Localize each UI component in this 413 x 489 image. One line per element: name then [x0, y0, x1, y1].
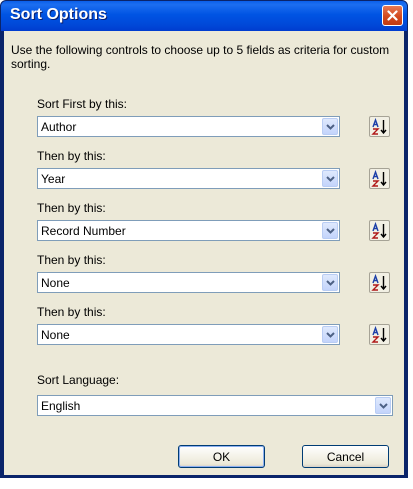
sort-language-select[interactable]: English	[37, 395, 393, 416]
ok-button[interactable]: OK	[178, 445, 265, 468]
then-by-label-5: Then by this:	[37, 305, 106, 319]
sort-field-5-select[interactable]: None	[37, 324, 340, 345]
chevron-down-icon[interactable]	[322, 118, 338, 135]
then-by-label-2: Then by this:	[37, 149, 106, 163]
sort-field-3-select[interactable]: Record Number	[37, 220, 340, 241]
close-icon	[387, 10, 398, 21]
sort-order-button-2[interactable]	[369, 168, 390, 189]
sort-field-1-select[interactable]: Author	[37, 116, 340, 137]
sort-options-dialog: Sort Options Use the following controls …	[0, 0, 408, 478]
dialog-title: Sort Options	[10, 6, 107, 23]
sort-ascending-az-icon	[371, 117, 387, 135]
sort-field-5-value: None	[41, 328, 70, 342]
sort-field-4-value: None	[41, 276, 70, 290]
sort-field-2-select[interactable]: Year	[37, 168, 340, 189]
sort-field-1-value: Author	[41, 120, 77, 134]
chevron-down-icon[interactable]	[322, 274, 338, 291]
then-by-label-4: Then by this:	[37, 253, 106, 267]
sort-order-button-1[interactable]	[369, 116, 390, 137]
sort-ascending-az-icon	[371, 221, 387, 239]
sort-language-label: Sort Language:	[37, 373, 120, 387]
sort-order-button-5[interactable]	[369, 324, 390, 345]
sort-field-4-select[interactable]: None	[37, 272, 340, 293]
sort-order-button-4[interactable]	[369, 272, 390, 293]
chevron-down-icon[interactable]	[375, 397, 391, 414]
cancel-button[interactable]: Cancel	[302, 445, 389, 468]
sort-order-button-3[interactable]	[369, 220, 390, 241]
instructions-text: Use the following controls to choose up …	[11, 43, 390, 71]
sort-ascending-az-icon	[371, 273, 387, 291]
sort-field-3-value: Record Number	[41, 224, 126, 238]
title-bar[interactable]: Sort Options	[1, 1, 407, 31]
dialog-body: Use the following controls to choose up …	[4, 31, 404, 475]
sort-language-value: English	[41, 399, 81, 413]
chevron-down-icon[interactable]	[322, 326, 338, 343]
close-button[interactable]	[382, 5, 403, 26]
sort-ascending-az-icon	[371, 169, 387, 187]
chevron-down-icon[interactable]	[322, 170, 338, 187]
sort-field-2-value: Year	[41, 172, 66, 186]
sort-first-label: Sort First by this:	[37, 97, 128, 111]
sort-ascending-az-icon	[371, 325, 387, 343]
chevron-down-icon[interactable]	[322, 222, 338, 239]
then-by-label-3: Then by this:	[37, 201, 106, 215]
